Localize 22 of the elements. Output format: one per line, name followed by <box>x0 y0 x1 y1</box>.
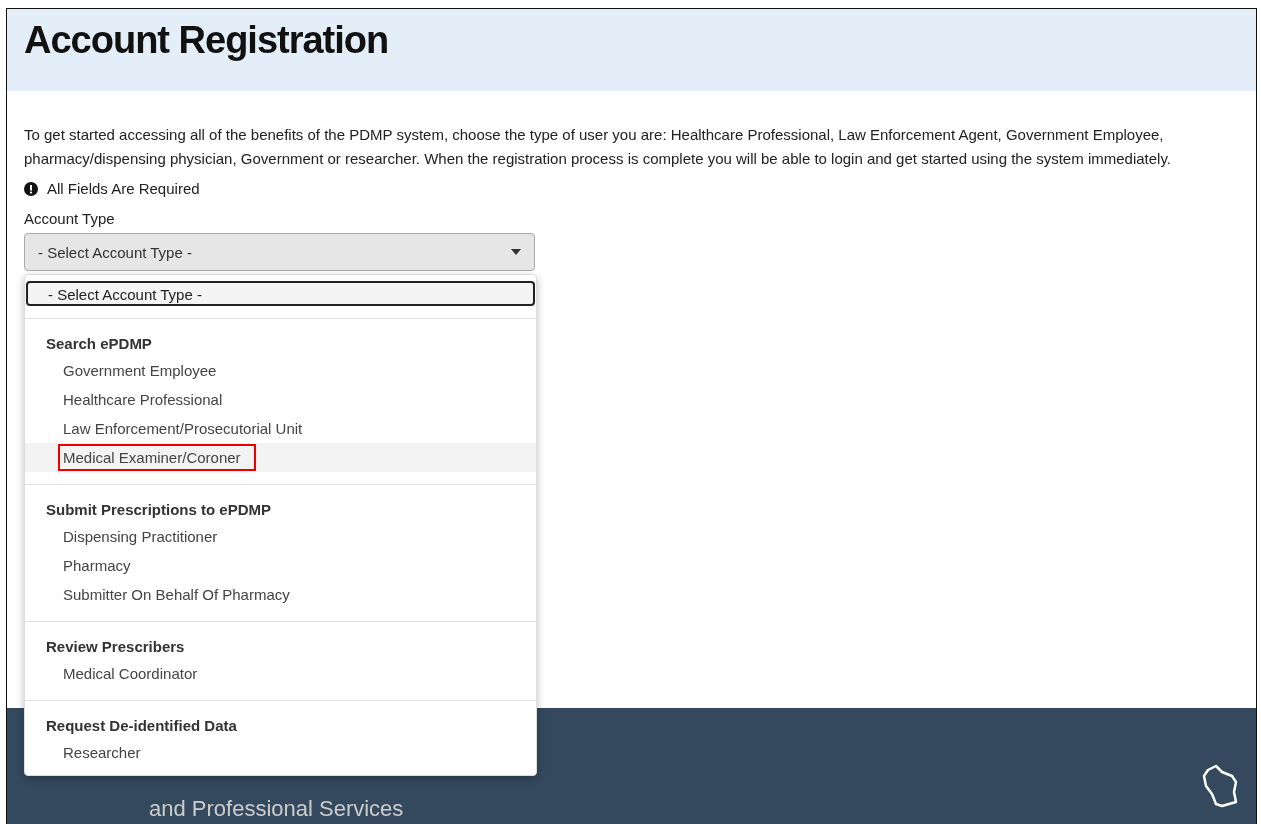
dropdown-option[interactable]: Law Enforcement/Prosecutorial Unit <box>25 414 536 443</box>
option-group-label: Review Prescribers <box>45 637 186 657</box>
dropdown-option[interactable]: Researcher <box>25 738 536 767</box>
field-label: Account Type <box>24 210 116 227</box>
page-title: Account Registration <box>24 18 390 63</box>
option-group-label: Submit Prescriptions to ePDMP <box>45 500 273 520</box>
account-type-select[interactable]: - Select Account Type - <box>24 233 535 271</box>
dropdown-option[interactable]: - Select Account Type - <box>26 281 535 306</box>
footer-subtitle: and Professional Services <box>149 796 404 822</box>
dropdown-option[interactable]: Healthcare Professional <box>25 385 536 414</box>
option-group-label: Request De-identified Data <box>45 716 238 736</box>
required-notice: All Fields Are Required <box>47 180 200 197</box>
dropdown-option[interactable]: Submitter On Behalf Of Pharmacy <box>25 580 536 609</box>
dropdown-option[interactable]: Medical Examiner/Coroner <box>25 443 536 472</box>
intro-text: To get started accessing all of the benefits of the PDMP system, choose the type of user you are: Healthcare Professional, Law Enforcement Agent, Government Employee, pharmacy/dispensing physician, Government or researcher. When the registration process is complete you will be able to login and get started using the system immediately. <box>24 125 1172 169</box>
dropdown-option[interactable]: Pharmacy <box>25 551 536 580</box>
option-group-label: Search ePDMP <box>45 334 153 354</box>
dropdown-option[interactable]: Medical Coordinator <box>25 659 536 688</box>
dropdown-option[interactable]: Dispensing Practitioner <box>25 522 536 551</box>
dropdown-option[interactable]: Government Employee <box>25 356 536 385</box>
exclamation-icon <box>24 181 38 196</box>
caret-icon <box>511 249 521 255</box>
